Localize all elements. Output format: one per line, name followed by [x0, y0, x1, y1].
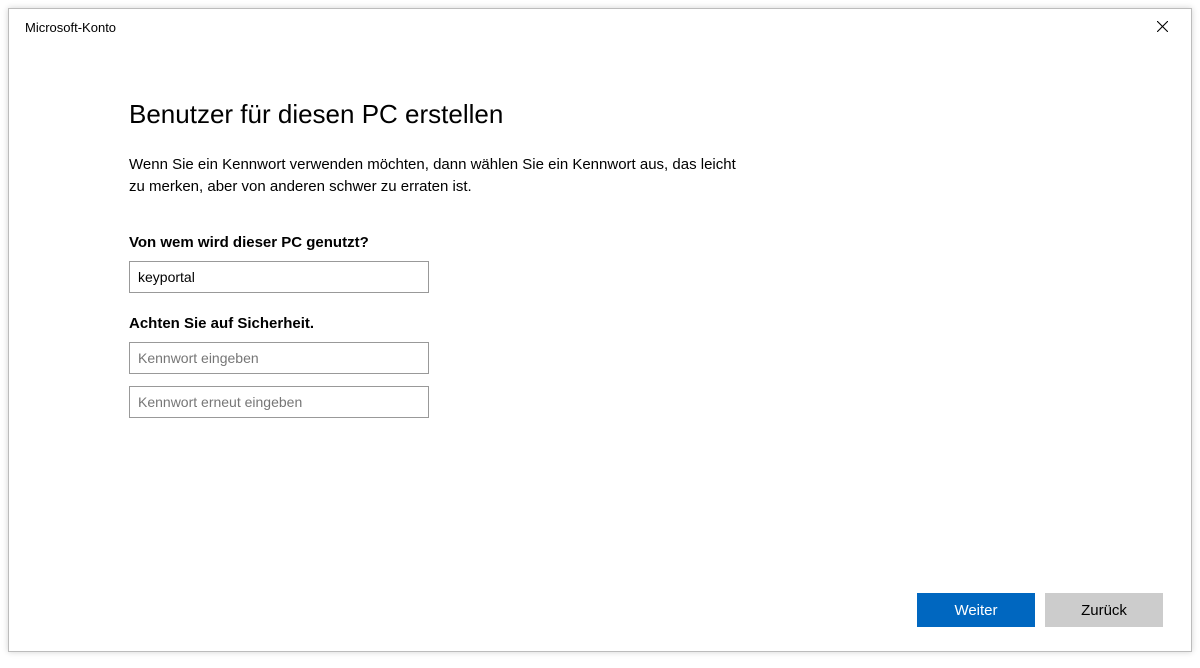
- dialog-window: Microsoft-Konto Benutzer für diesen PC e…: [8, 8, 1192, 652]
- page-heading: Benutzer für diesen PC erstellen: [129, 99, 849, 130]
- username-input[interactable]: [129, 261, 429, 293]
- next-button[interactable]: Weiter: [917, 593, 1035, 627]
- password-confirm-input[interactable]: [129, 386, 429, 418]
- close-icon: [1157, 19, 1168, 36]
- titlebar: Microsoft-Konto: [9, 9, 1191, 45]
- main-content: Benutzer für diesen PC erstellen Wenn Si…: [129, 99, 849, 418]
- window-title: Microsoft-Konto: [25, 20, 116, 35]
- back-button[interactable]: Zurück: [1045, 593, 1163, 627]
- dialog-footer: Weiter Zurück: [917, 593, 1163, 627]
- username-label: Von wem wird dieser PC genutzt?: [129, 234, 849, 251]
- page-description: Wenn Sie ein Kennwort verwenden möchten,…: [129, 154, 749, 198]
- close-button[interactable]: [1139, 12, 1185, 42]
- password-fields: [129, 342, 849, 418]
- security-label: Achten Sie auf Sicherheit.: [129, 315, 849, 332]
- password-input[interactable]: [129, 342, 429, 374]
